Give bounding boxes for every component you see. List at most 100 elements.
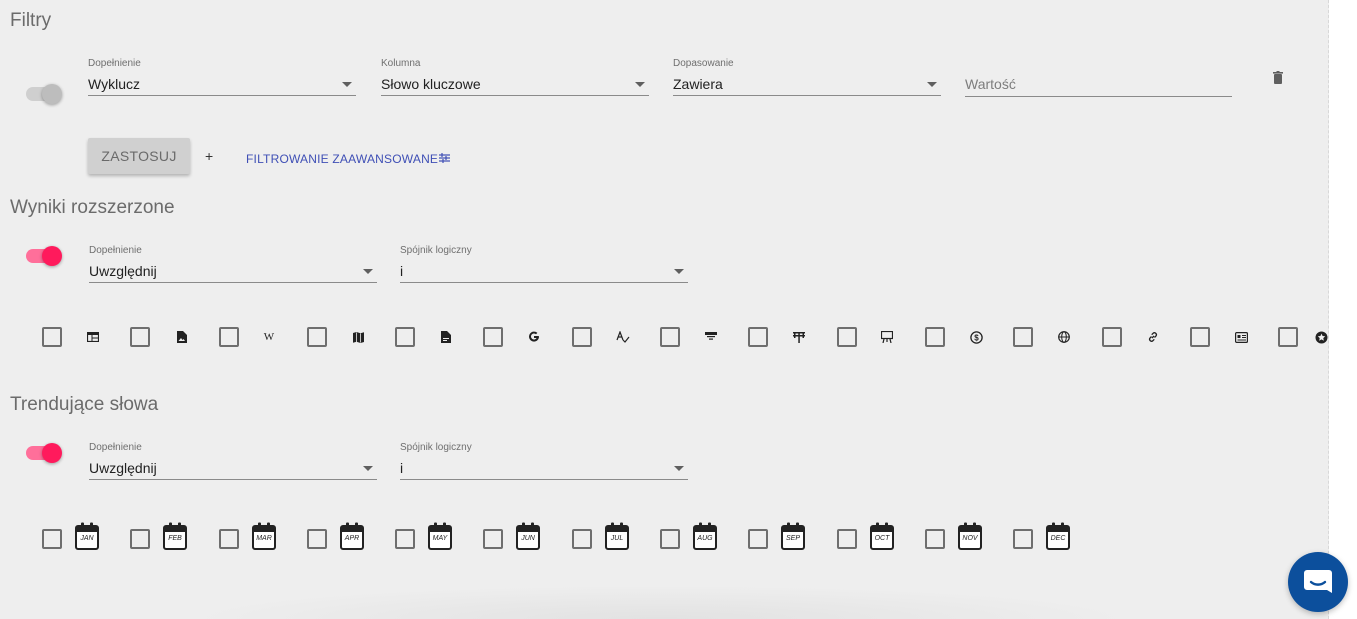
feature-checkbox-document[interactable] bbox=[395, 327, 415, 347]
google-icon bbox=[526, 329, 542, 345]
complement-select[interactable]: Uwzględnij bbox=[89, 261, 377, 283]
calendar-month-label: SEP bbox=[785, 535, 800, 542]
trending-words-title: Trendujące słowa bbox=[10, 394, 159, 415]
column-select[interactable]: Słowo kluczowe bbox=[381, 74, 649, 96]
month-checkbox-mar[interactable] bbox=[219, 529, 239, 549]
feature-checkbox-wikipedia[interactable] bbox=[219, 327, 239, 347]
month-checkbox-nov[interactable] bbox=[925, 529, 945, 549]
logic-label: Spójnik logiczny bbox=[400, 442, 472, 453]
feature-checkbox-tweet[interactable] bbox=[660, 327, 680, 347]
add-filter-button[interactable]: + bbox=[205, 148, 213, 164]
logic-value: i bbox=[400, 460, 404, 476]
feature-checkbox-presentation[interactable] bbox=[837, 327, 857, 347]
feature-checkbox-globe[interactable] bbox=[1013, 327, 1033, 347]
calendar-month-label: JAN bbox=[80, 535, 94, 542]
feature-checkbox-translate[interactable] bbox=[572, 327, 592, 347]
tune-icon bbox=[439, 150, 451, 168]
month-checkbox-may[interactable] bbox=[395, 529, 415, 549]
filters-toggle[interactable] bbox=[26, 83, 62, 105]
column-label: Kolumna bbox=[381, 58, 421, 69]
month-checkbox-apr[interactable] bbox=[307, 529, 327, 549]
feature-checkbox-shopping[interactable] bbox=[925, 327, 945, 347]
month-checkbox-jul[interactable] bbox=[572, 529, 592, 549]
month-checkbox-dec[interactable] bbox=[1013, 529, 1033, 549]
toggle-thumb bbox=[42, 443, 62, 463]
feature-checkbox-image[interactable] bbox=[130, 327, 150, 347]
calendar-icon: JUN bbox=[515, 522, 541, 550]
month-checkbox-feb[interactable] bbox=[130, 529, 150, 549]
calendar-icon: AUG bbox=[692, 522, 718, 550]
chat-launcher-button[interactable] bbox=[1288, 552, 1348, 612]
calendar-month-label: MAY bbox=[432, 535, 448, 542]
complement-select[interactable]: Wyklucz bbox=[88, 74, 356, 96]
globe-icon bbox=[1056, 329, 1072, 345]
feature-checkbox-table[interactable] bbox=[42, 327, 62, 347]
chat-icon bbox=[1304, 570, 1332, 593]
month-checkbox-aug[interactable] bbox=[660, 529, 680, 549]
calendar-icon: OCT bbox=[869, 522, 895, 550]
complement-label: Dopełnienie bbox=[89, 442, 142, 453]
calendar-month-label: JUN bbox=[521, 535, 535, 542]
feature-checkbox-carousel[interactable] bbox=[748, 327, 768, 347]
calendar-month-label: JUL bbox=[610, 535, 624, 542]
value-input[interactable] bbox=[965, 72, 1232, 97]
calendar-month-label: DEC bbox=[1050, 535, 1066, 542]
carousel-icon bbox=[791, 329, 807, 345]
delete-icon[interactable] bbox=[1272, 71, 1284, 85]
calendar-icon: JAN bbox=[74, 522, 100, 550]
image-icon bbox=[173, 329, 189, 345]
match-label: Dopasowanie bbox=[673, 58, 734, 69]
dropdown-arrow-icon bbox=[342, 82, 352, 87]
calendar-icon: SEP bbox=[780, 522, 806, 550]
svg-text:$: $ bbox=[974, 333, 979, 342]
trending-words-toggle[interactable] bbox=[26, 442, 62, 464]
calendar-month-label: AUG bbox=[697, 535, 713, 542]
dropdown-arrow-icon bbox=[674, 269, 684, 274]
wikipedia-icon: W bbox=[263, 331, 275, 343]
dropdown-arrow-icon bbox=[927, 82, 937, 87]
calendar-icon: APR bbox=[339, 522, 365, 550]
feature-checkbox-map[interactable] bbox=[307, 327, 327, 347]
dropdown-arrow-icon bbox=[674, 466, 684, 471]
column-value: Słowo kluczowe bbox=[381, 76, 481, 92]
calendar-icon: MAR bbox=[251, 522, 277, 550]
document-icon bbox=[438, 329, 454, 345]
logic-label: Spójnik logiczny bbox=[400, 245, 472, 256]
logic-value: i bbox=[400, 263, 404, 279]
map-icon bbox=[350, 329, 366, 345]
calendar-month-label: OCT bbox=[874, 535, 890, 542]
calendar-month-label: FEB bbox=[168, 535, 182, 542]
toggle-thumb bbox=[42, 246, 62, 266]
month-checkbox-jan[interactable] bbox=[42, 529, 62, 549]
feature-checkbox-news[interactable] bbox=[1190, 327, 1210, 347]
feature-checkbox-link[interactable] bbox=[1102, 327, 1122, 347]
match-select[interactable]: Zawiera bbox=[673, 74, 941, 96]
right-scroll-strip bbox=[1329, 0, 1357, 619]
extended-results-title: Wyniki rozszerzone bbox=[10, 197, 175, 218]
logic-select[interactable]: i bbox=[400, 261, 688, 283]
shopping-icon: $ bbox=[968, 329, 984, 345]
calendar-icon: MAY bbox=[427, 522, 453, 550]
calendar-icon: NOV bbox=[957, 522, 983, 550]
calendar-icon: FEB bbox=[162, 522, 188, 550]
dropdown-arrow-icon bbox=[363, 269, 373, 274]
advanced-filtering-label: FILTROWANIE ZAAWANSOWANE bbox=[246, 152, 439, 166]
apply-button[interactable]: ZASTOSUJ bbox=[88, 138, 190, 174]
complement-value: Wyklucz bbox=[88, 76, 140, 92]
advanced-filtering-link[interactable]: FILTROWANIE ZAAWANSOWANE bbox=[246, 150, 451, 168]
calendar-month-label: NOV bbox=[962, 535, 978, 542]
feature-checkbox-star[interactable] bbox=[1278, 327, 1298, 347]
complement-select[interactable]: Uwzględnij bbox=[89, 458, 377, 480]
bottom-shadow bbox=[180, 585, 1140, 619]
news-icon bbox=[1233, 329, 1249, 345]
logic-select[interactable]: i bbox=[400, 458, 688, 480]
translate-icon bbox=[615, 329, 631, 345]
month-checkbox-oct[interactable] bbox=[837, 529, 857, 549]
presentation-icon bbox=[879, 329, 895, 345]
feature-checkbox-google[interactable] bbox=[483, 327, 503, 347]
extended-results-toggle[interactable] bbox=[26, 245, 62, 267]
match-value: Zawiera bbox=[673, 76, 723, 92]
month-checkbox-jun[interactable] bbox=[483, 529, 503, 549]
calendar-month-label: MAR bbox=[256, 535, 272, 542]
month-checkbox-sep[interactable] bbox=[748, 529, 768, 549]
